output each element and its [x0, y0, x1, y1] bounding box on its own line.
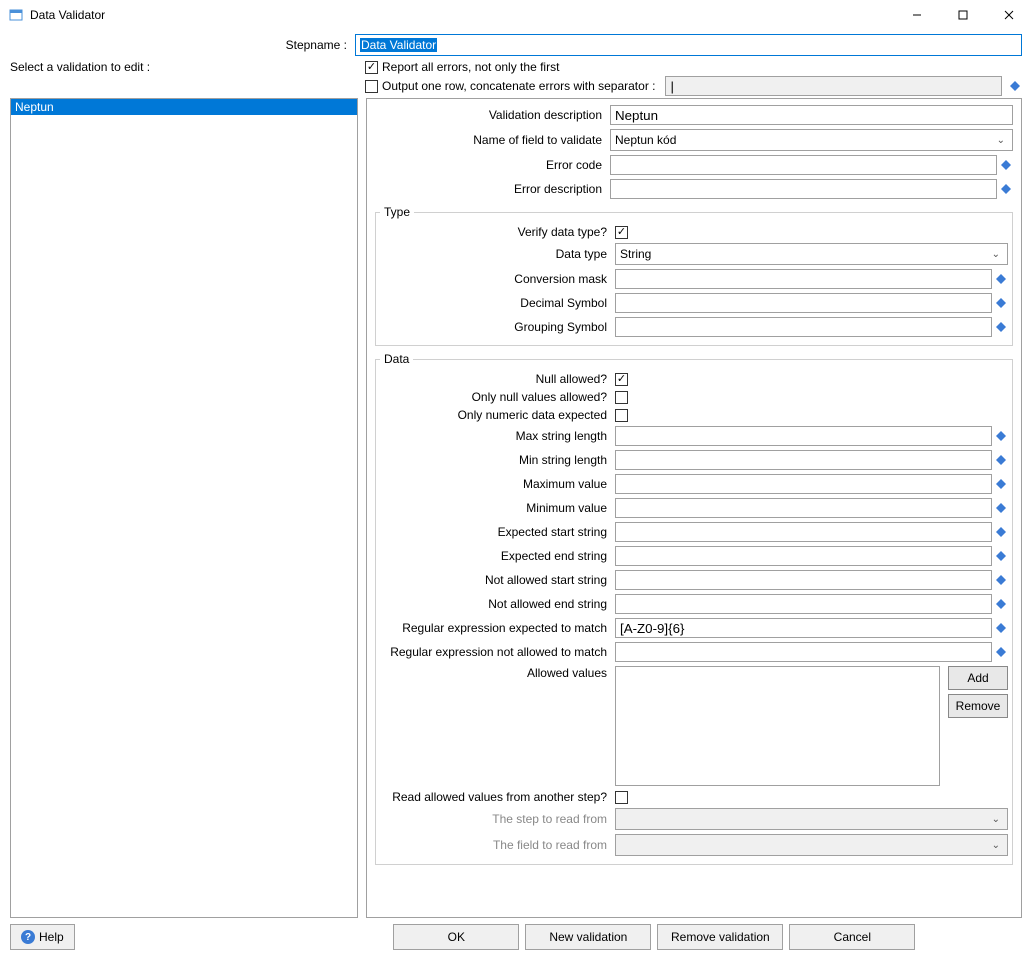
minlen-label: Min string length [380, 453, 615, 467]
window-titlebar: Data Validator [0, 0, 1032, 30]
regex-match-input[interactable] [615, 618, 992, 638]
remove-validation-button[interactable]: Remove validation [657, 924, 783, 950]
variable-icon[interactable] [994, 597, 1008, 611]
stepread-select: ⌄ [615, 808, 1008, 830]
decsym-input[interactable] [615, 293, 992, 313]
expstart-label: Expected start string [380, 525, 615, 539]
verify-label: Verify data type? [380, 225, 615, 239]
add-button[interactable]: Add [948, 666, 1008, 690]
expend-input[interactable] [615, 546, 992, 566]
variable-icon[interactable] [994, 645, 1008, 659]
chevron-down-icon: ⌄ [992, 840, 1003, 851]
field-select[interactable]: Neptun kód ⌄ [610, 129, 1013, 151]
maxval-label: Maximum value [380, 477, 615, 491]
variable-icon[interactable] [999, 182, 1013, 196]
regex-not-label: Regular expression not allowed to match [380, 645, 615, 659]
maxlen-input[interactable] [615, 426, 992, 446]
variable-icon[interactable] [994, 429, 1008, 443]
variable-icon[interactable] [994, 525, 1008, 539]
readstep-checkbox[interactable] [615, 791, 628, 804]
stepname-label: Stepname : [10, 38, 355, 52]
variable-icon[interactable] [994, 621, 1008, 635]
new-validation-button[interactable]: New validation [525, 924, 651, 950]
report-all-checkbox[interactable] [365, 61, 378, 74]
chevron-down-icon: ⌄ [992, 814, 1003, 825]
errcode-input[interactable] [610, 155, 997, 175]
dtype-label: Data type [380, 247, 615, 261]
chevron-down-icon: ⌄ [992, 249, 1003, 260]
onlynum-checkbox[interactable] [615, 409, 628, 422]
notallowend-input[interactable] [615, 594, 992, 614]
maximize-button[interactable] [940, 0, 986, 30]
maxlen-label: Max string length [380, 429, 615, 443]
null-checkbox[interactable] [615, 373, 628, 386]
close-button[interactable] [986, 0, 1032, 30]
notallowstart-label: Not allowed start string [380, 573, 615, 587]
variable-icon[interactable] [994, 453, 1008, 467]
variable-icon[interactable] [994, 296, 1008, 310]
remove-value-button[interactable]: Remove [948, 694, 1008, 718]
allowed-values-list[interactable] [615, 666, 940, 786]
variable-icon[interactable] [999, 158, 1013, 172]
stepname-input[interactable]: Data Validator [355, 34, 1022, 56]
field-label: Name of field to validate [375, 133, 610, 147]
help-button[interactable]: ? Help [10, 924, 75, 950]
onlynull-label: Only null values allowed? [380, 390, 615, 404]
output-one-row-checkbox[interactable] [365, 80, 378, 93]
data-group: Data Null allowed? Only null values allo… [375, 352, 1013, 865]
regex-not-input[interactable] [615, 642, 992, 662]
maxval-input[interactable] [615, 474, 992, 494]
allowed-label: Allowed values [380, 666, 615, 680]
expstart-input[interactable] [615, 522, 992, 542]
output-one-row-label: Output one row, concatenate errors with … [382, 79, 655, 93]
desc-label: Validation description [375, 108, 610, 122]
report-all-label: Report all errors, not only the first [382, 60, 559, 74]
onlynull-checkbox[interactable] [615, 391, 628, 404]
fieldread-label: The field to read from [380, 838, 615, 852]
validation-list[interactable]: Neptun [10, 98, 358, 918]
validation-form: Validation description Name of field to … [366, 98, 1022, 918]
minval-input[interactable] [615, 498, 992, 518]
window-title: Data Validator [30, 8, 894, 22]
regex-match-label: Regular expression expected to match [380, 621, 615, 635]
convmask-input[interactable] [615, 269, 992, 289]
variable-icon[interactable] [1008, 79, 1022, 93]
select-validation-label: Select a validation to edit : [10, 60, 365, 74]
separator-input[interactable] [665, 76, 1002, 96]
variable-icon[interactable] [994, 573, 1008, 587]
expend-label: Expected end string [380, 549, 615, 563]
list-item[interactable]: Neptun [11, 99, 357, 115]
app-icon [8, 7, 24, 23]
onlynum-label: Only numeric data expected [380, 408, 615, 422]
verify-checkbox[interactable] [615, 226, 628, 239]
decsym-label: Decimal Symbol [380, 296, 615, 310]
variable-icon[interactable] [994, 549, 1008, 563]
notallowstart-input[interactable] [615, 570, 992, 590]
dtype-select[interactable]: String ⌄ [615, 243, 1008, 265]
variable-icon[interactable] [994, 320, 1008, 334]
stepread-label: The step to read from [380, 812, 615, 826]
variable-icon[interactable] [994, 501, 1008, 515]
help-icon: ? [21, 930, 35, 944]
minimize-button[interactable] [894, 0, 940, 30]
desc-input[interactable] [610, 105, 1013, 125]
notallowend-label: Not allowed end string [380, 597, 615, 611]
grpsym-input[interactable] [615, 317, 992, 337]
grpsym-label: Grouping Symbol [380, 320, 615, 334]
errdesc-input[interactable] [610, 179, 997, 199]
variable-icon[interactable] [994, 272, 1008, 286]
cancel-button[interactable]: Cancel [789, 924, 915, 950]
errcode-label: Error code [375, 158, 610, 172]
convmask-label: Conversion mask [380, 272, 615, 286]
type-group: Type Verify data type? Data type String … [375, 205, 1013, 346]
null-label: Null allowed? [380, 372, 615, 386]
errdesc-label: Error description [375, 182, 610, 196]
readstep-label: Read allowed values from another step? [380, 790, 615, 804]
ok-button[interactable]: OK [393, 924, 519, 950]
chevron-down-icon: ⌄ [997, 135, 1008, 146]
minlen-input[interactable] [615, 450, 992, 470]
minval-label: Minimum value [380, 501, 615, 515]
variable-icon[interactable] [994, 477, 1008, 491]
fieldread-select: ⌄ [615, 834, 1008, 856]
